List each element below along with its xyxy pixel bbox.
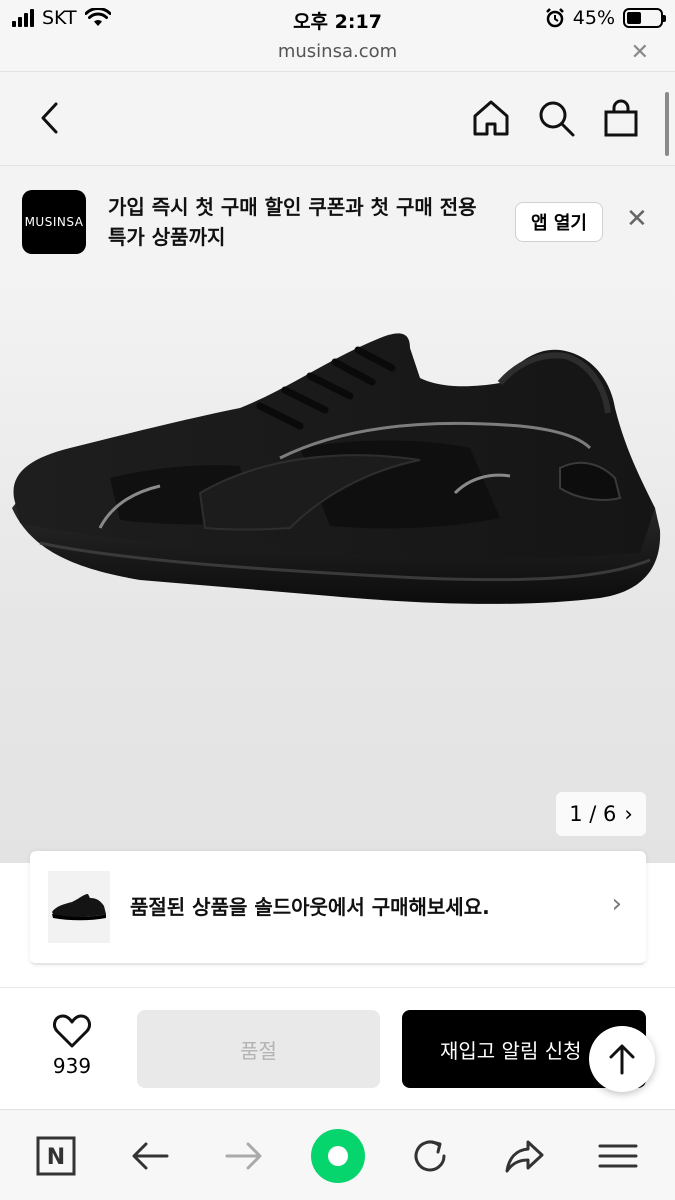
- banner-message: 가입 즉시 첫 구매 할인 쿠폰과 첫 구매 전용 특가 상품까지: [108, 195, 477, 249]
- menu-button[interactable]: [596, 1134, 640, 1178]
- battery-percent: 45%: [572, 7, 615, 29]
- green-dot-icon: [328, 1146, 348, 1166]
- url-close-icon[interactable]: ✕: [631, 40, 649, 65]
- sneaker-image: [12, 333, 661, 604]
- soldout-message: 품절된 상품을 솔드아웃에서 구매해보세요.: [130, 895, 490, 919]
- forward-arrow-button[interactable]: [222, 1134, 266, 1178]
- back-arrow-button[interactable]: [128, 1134, 172, 1178]
- naver-n-label: N: [47, 1145, 65, 1170]
- back-icon[interactable]: [28, 96, 72, 140]
- sneaker-thumbnail-image: [52, 894, 106, 921]
- chevron-right-icon: ›: [624, 802, 633, 826]
- soldout-button: 품절: [137, 1010, 380, 1088]
- product-thumbnail: [48, 871, 110, 943]
- gallery-counter-text: 1 / 6: [569, 802, 617, 826]
- naver-n-icon: N: [36, 1136, 76, 1176]
- refresh-button[interactable]: [408, 1134, 452, 1178]
- status-right: 45%: [545, 7, 666, 29]
- battery-fill: [627, 12, 642, 24]
- shopping-bag-icon[interactable]: [599, 96, 643, 140]
- musinsa-logo: MUSINSA: [22, 190, 86, 254]
- refresh-icon: [414, 1140, 446, 1172]
- product-image-gallery[interactable]: 1 / 6 ›: [0, 278, 675, 863]
- scroll-indicator: [665, 92, 669, 156]
- search-icon[interactable]: [534, 96, 578, 140]
- chevron-right-icon: ›: [611, 889, 622, 919]
- like-button[interactable]: 939: [36, 1014, 108, 1078]
- battery-icon: [623, 8, 666, 28]
- share-button[interactable]: [502, 1134, 546, 1178]
- like-count: 939: [52, 1054, 92, 1078]
- open-app-button[interactable]: 앱 열기: [515, 202, 603, 242]
- banner-close-icon[interactable]: ✕: [626, 204, 648, 234]
- arrow-up-icon: [609, 1044, 635, 1075]
- green-dot-button[interactable]: [311, 1129, 365, 1183]
- purchase-action-bar: 939 품절 재입고 알림 신청: [0, 987, 675, 1109]
- app-install-banner: MUSINSA 가입 즉시 첫 구매 할인 쿠폰과 첫 구매 전용 특가 상품까…: [0, 166, 675, 278]
- alarm-icon: [545, 8, 564, 28]
- gallery-page-counter[interactable]: 1 / 6 ›: [556, 792, 646, 836]
- heart-icon: [53, 1014, 91, 1048]
- scroll-to-top-button[interactable]: [589, 1026, 655, 1092]
- back-arrow-icon: [132, 1142, 169, 1170]
- menu-icon: [598, 1144, 638, 1168]
- naver-n-button[interactable]: N: [34, 1134, 78, 1178]
- browser-toolbar: N: [0, 1109, 675, 1200]
- forward-arrow-icon: [225, 1142, 262, 1170]
- url-bar[interactable]: musinsa.com ✕: [0, 38, 675, 72]
- page-header: [0, 72, 675, 166]
- url-text[interactable]: musinsa.com: [0, 41, 675, 62]
- status-bar: SKT 오후 2:17 45%: [0, 0, 675, 38]
- share-icon: [505, 1140, 544, 1173]
- soldout-promo-card[interactable]: 품절된 상품을 솔드아웃에서 구매해보세요. ›: [30, 851, 646, 965]
- home-icon[interactable]: [469, 96, 513, 140]
